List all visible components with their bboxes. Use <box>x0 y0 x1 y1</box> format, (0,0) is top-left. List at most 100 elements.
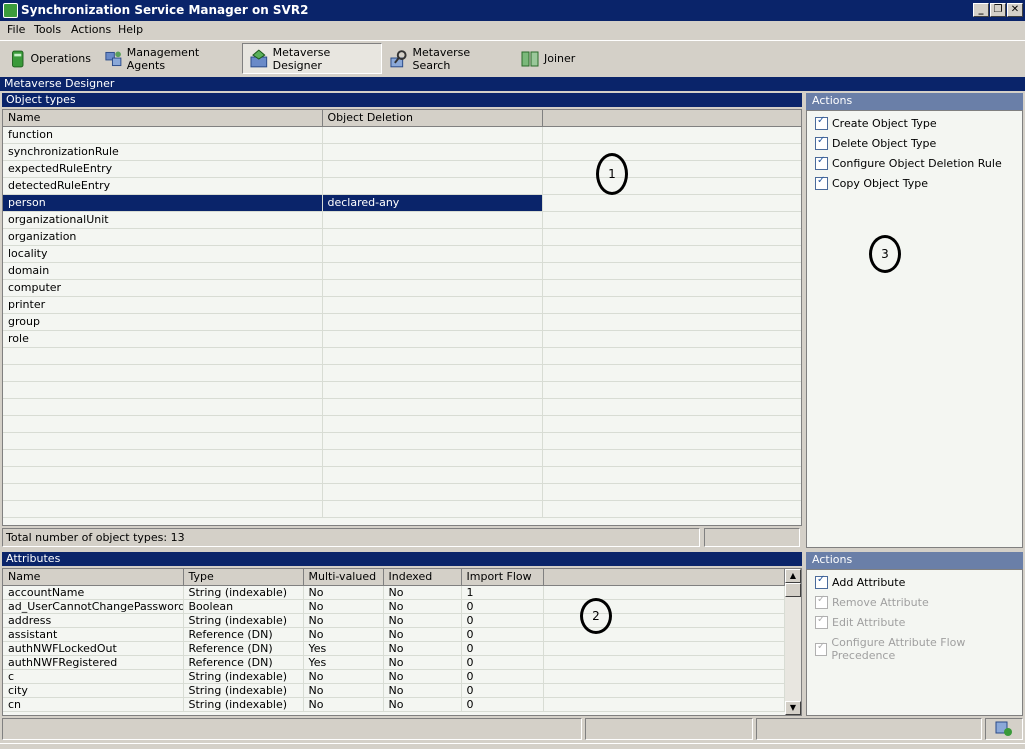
action-label: Configure Attribute Flow Precedence <box>831 636 966 662</box>
column-header-attr-name[interactable]: Name <box>3 569 184 586</box>
object-type-blank-cell <box>542 313 801 331</box>
joiner-button[interactable]: Joiner <box>514 43 582 74</box>
object-type-row[interactable]: printer <box>3 296 801 314</box>
object-type-name: expectedRuleEntry <box>3 160 323 178</box>
metaverse-designer-button[interactable]: Metaverse Designer <box>242 43 382 74</box>
empty-cell <box>3 415 323 433</box>
management-agents-button[interactable]: Management Agents <box>98 43 234 74</box>
attribute-indexed: No <box>383 599 462 614</box>
object-type-row[interactable]: role <box>3 330 801 348</box>
menu-tools[interactable]: Tools <box>34 23 61 36</box>
status-pane <box>704 528 800 547</box>
object-type-row[interactable]: detectedRuleEntry <box>3 177 801 195</box>
column-header-object-deletion[interactable]: Object Deletion <box>322 110 543 127</box>
actions-bottom-panel: Add Attribute Remove Attribute Edit Attrib… <box>806 569 1023 716</box>
menu-file[interactable]: File <box>7 23 25 36</box>
edit-attribute-action: Edit Attribute <box>815 614 905 629</box>
object-type-row[interactable]: function <box>3 126 801 144</box>
object-type-row[interactable]: organization <box>3 228 801 246</box>
attribute-row[interactable]: cn String (indexable) No No 0 <box>3 697 785 712</box>
scroll-up-icon[interactable]: ▲ <box>785 569 801 583</box>
operations-label: Operations <box>30 52 91 65</box>
object-type-name: function <box>3 126 323 144</box>
attribute-row[interactable]: accountName String (indexable) No No 1 <box>3 585 785 600</box>
attribute-indexed: No <box>383 613 462 628</box>
menu-actions[interactable]: Actions <box>71 23 111 36</box>
column-header-multi-valued[interactable]: Multi-valued <box>303 569 384 586</box>
object-types-header-row: Name Object Deletion <box>3 110 801 127</box>
column-header-name[interactable]: Name <box>3 110 323 127</box>
actions-bottom-header: Actions <box>806 552 1023 569</box>
empty-cell <box>322 381 543 399</box>
delete-object-type-action[interactable]: Delete Object Type <box>815 135 936 150</box>
attribute-row[interactable]: authNWFLockedOut Reference (DN) Yes No 0 <box>3 641 785 656</box>
status-bar <box>0 718 1025 749</box>
object-types-header: Object types <box>2 93 802 107</box>
object-type-row[interactable]: group <box>3 313 801 331</box>
attributes-grid[interactable]: Name Type Multi-valued Indexed Import Fl… <box>2 568 802 716</box>
minimize-button[interactable]: _ <box>973 3 989 17</box>
restore-button[interactable]: ❐ <box>990 3 1006 17</box>
object-type-row[interactable]: synchronizationRule <box>3 143 801 161</box>
metaverse-search-button[interactable]: Metaverse Search <box>383 43 509 74</box>
object-type-row[interactable]: person declared-any <box>3 194 801 212</box>
column-header-type[interactable]: Type <box>183 569 304 586</box>
action-label: Remove Attribute <box>832 596 929 609</box>
metaverse-search-label: Metaverse Search <box>412 45 471 72</box>
attribute-multi-valued: No <box>303 599 384 614</box>
object-type-row[interactable]: locality <box>3 245 801 263</box>
object-type-name: domain <box>3 262 323 280</box>
empty-cell <box>3 381 323 399</box>
add-attribute-action[interactable]: Add Attribute <box>815 574 905 589</box>
view-title: Metaverse Designer <box>0 77 1025 91</box>
object-type-blank-cell <box>542 296 801 314</box>
object-type-row[interactable]: organizationalUnit <box>3 211 801 229</box>
object-type-row[interactable]: domain <box>3 262 801 280</box>
callout-2: 2 <box>580 598 612 634</box>
attribute-name: accountName <box>3 585 184 600</box>
attribute-row[interactable]: city String (indexable) No No 0 <box>3 683 785 698</box>
scroll-down-icon[interactable]: ▼ <box>785 701 801 715</box>
task-icon <box>815 115 828 130</box>
object-type-blank-cell <box>542 228 801 246</box>
operations-button[interactable]: Operations <box>3 43 91 74</box>
menu-help[interactable]: Help <box>118 23 143 36</box>
empty-row <box>3 381 801 399</box>
management-agents-label: Management Agents <box>126 45 200 72</box>
scroll-thumb[interactable] <box>785 583 801 597</box>
column-header-indexed[interactable]: Indexed <box>383 569 462 586</box>
object-types-grid[interactable]: Name Object Deletion function synchroniza… <box>2 109 802 526</box>
object-deletion-value <box>322 160 543 178</box>
management-agents-icon <box>105 50 122 66</box>
object-type-name: synchronizationRule <box>3 143 323 161</box>
attributes-scrollbar[interactable]: ▲ ▼ <box>785 569 801 715</box>
attribute-indexed: No <box>383 697 462 712</box>
attribute-name: c <box>3 669 184 684</box>
attribute-row[interactable]: authNWFRegistered Reference (DN) Yes No 0 <box>3 655 785 670</box>
empty-cell <box>542 466 801 484</box>
attribute-row[interactable]: address String (indexable) No No 0 <box>3 613 785 628</box>
attribute-row[interactable]: ad_UserCannotChangePassword Boolean No No 0 <box>3 599 785 614</box>
attribute-row[interactable]: c String (indexable) No No 0 <box>3 669 785 684</box>
attribute-indexed: No <box>383 655 462 670</box>
object-type-name: role <box>3 330 323 348</box>
close-button[interactable]: ✕ <box>1007 3 1023 17</box>
copy-object-type-action[interactable]: Copy Object Type <box>815 175 928 190</box>
create-object-type-action[interactable]: Create Object Type <box>815 115 937 130</box>
attribute-multi-valued: Yes <box>303 655 384 670</box>
column-header-import-flow[interactable]: Import Flow <box>461 569 544 586</box>
attribute-row[interactable]: assistant Reference (DN) No No 0 <box>3 627 785 642</box>
configure-object-deletion-rule-action[interactable]: Configure Object Deletion Rule <box>815 155 1002 170</box>
empty-row <box>3 347 801 365</box>
object-type-blank-cell <box>542 211 801 229</box>
object-type-row[interactable]: expectedRuleEntry <box>3 160 801 178</box>
attribute-type: Boolean <box>183 599 304 614</box>
attribute-import-flow: 1 <box>461 585 544 600</box>
metaverse-designer-icon <box>250 49 268 67</box>
attribute-indexed: No <box>383 585 462 600</box>
object-deletion-value <box>322 245 543 263</box>
attribute-type: Reference (DN) <box>183 655 304 670</box>
empty-cell <box>3 483 323 501</box>
object-type-row[interactable]: computer <box>3 279 801 297</box>
status-bar-strip <box>0 743 1025 749</box>
